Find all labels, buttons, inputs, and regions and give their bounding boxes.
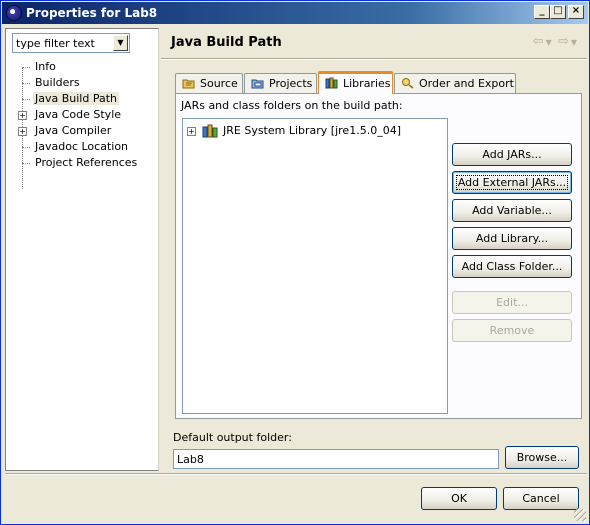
libraries-caption: JARs and class folders on the build path… (181, 99, 403, 112)
add-jars-button[interactable]: Add JARs... (452, 143, 572, 166)
library-books-icon (202, 124, 218, 138)
add-external-jars-button[interactable]: Add External JARs... (452, 171, 572, 194)
tree-item-label: Builders (35, 76, 80, 89)
libraries-tree[interactable]: + JRE System Library [jre1.5.0_04] (182, 118, 448, 414)
tree-item-javadoc-location[interactable]: Javadoc Location (6, 139, 158, 155)
tree-item-java-compiler[interactable]: + Java Compiler (6, 123, 158, 139)
back-menu-chevron-icon[interactable]: ▼ (546, 38, 552, 47)
remove-button[interactable]: Remove (452, 319, 572, 342)
tab-label: Projects (269, 77, 313, 90)
source-folder-icon (182, 79, 195, 89)
ok-button[interactable]: OK (421, 487, 497, 510)
history-navigation: ⇦ ▼ ⇨ ▼ (531, 34, 577, 49)
property-page-tree: Info Builders Java Build Path + Java Cod… (6, 59, 158, 171)
forward-arrow-icon[interactable]: ⇨ (558, 34, 569, 49)
tree-item-label: Java Build Path (33, 92, 120, 105)
expand-plus-icon[interactable]: + (187, 127, 196, 136)
libraries-icon (325, 77, 338, 89)
tree-item-label: Info (35, 60, 56, 73)
button-bar-divider (5, 473, 587, 475)
add-variable-button[interactable]: Add Variable... (452, 199, 572, 222)
default-output-folder-label: Default output folder: (173, 431, 292, 444)
tab-label: Order and Export (419, 77, 514, 90)
property-page: Java Build Path ⇦ ▼ ⇨ ▼ Source Projects Li… (161, 28, 587, 471)
tab-label: Source (200, 77, 238, 90)
tab-label: Libraries (343, 77, 391, 90)
tree-item-java-code-style[interactable]: + Java Code Style (6, 107, 158, 123)
close-button[interactable]: × (568, 5, 584, 19)
expand-plus-icon[interactable]: + (18, 111, 27, 120)
forward-menu-chevron-icon[interactable]: ▼ (571, 38, 577, 47)
tab-projects[interactable]: Projects (244, 73, 317, 93)
library-entry-label: JRE System Library [jre1.5.0_04] (223, 124, 401, 137)
page-title: Java Build Path (171, 35, 282, 50)
maximize-button[interactable]: □ (550, 5, 566, 19)
tree-item-label: Java Compiler (35, 124, 112, 137)
filter-combo[interactable]: ▼ (12, 33, 130, 53)
resize-grip-icon[interactable] (574, 509, 586, 521)
tab-source[interactable]: Source (175, 73, 243, 93)
eclipse-icon (6, 5, 22, 21)
tree-item-label: Javadoc Location (35, 140, 129, 153)
header-divider (161, 58, 587, 60)
order-export-icon (402, 78, 414, 89)
window-title: Properties for Lab8 (26, 6, 158, 20)
tree-item-java-build-path[interactable]: Java Build Path (6, 91, 158, 107)
expand-plus-icon[interactable]: + (18, 127, 27, 136)
add-library-button[interactable]: Add Library... (452, 227, 572, 250)
browse-button[interactable]: Browse... (505, 446, 579, 469)
projects-folder-icon (251, 79, 264, 89)
tab-order-and-export[interactable]: Order and Export (394, 73, 516, 93)
property-page-tree-pane: ▼ Info Builders Java Build Path + Java C… (5, 28, 159, 471)
libraries-panel: JARs and class folders on the build path… (175, 93, 582, 419)
cancel-button[interactable]: Cancel (503, 487, 579, 510)
tree-item-label: Java Code Style (35, 108, 122, 121)
tree-item-builders[interactable]: Builders (6, 75, 158, 91)
properties-dialog: Properties for Lab8 _ □ × ▼ Info Builder… (0, 0, 590, 525)
tab-libraries[interactable]: Libraries (318, 71, 393, 94)
filter-dropdown-button[interactable]: ▼ (113, 35, 128, 51)
title-bar: Properties for Lab8 _ □ × (2, 2, 588, 24)
tree-item-label: Project References (35, 156, 138, 169)
minimize-button[interactable]: _ (534, 5, 550, 19)
tree-item-info[interactable]: Info (6, 59, 158, 75)
add-class-folder-button[interactable]: Add Class Folder... (452, 255, 572, 278)
default-output-folder-input[interactable] (173, 449, 499, 469)
back-arrow-icon[interactable]: ⇦ (533, 34, 544, 49)
tree-item-project-references[interactable]: Project References (6, 155, 158, 171)
filter-input[interactable] (13, 34, 114, 52)
chevron-down-icon: ▼ (117, 38, 124, 47)
edit-button[interactable]: Edit... (452, 291, 572, 314)
